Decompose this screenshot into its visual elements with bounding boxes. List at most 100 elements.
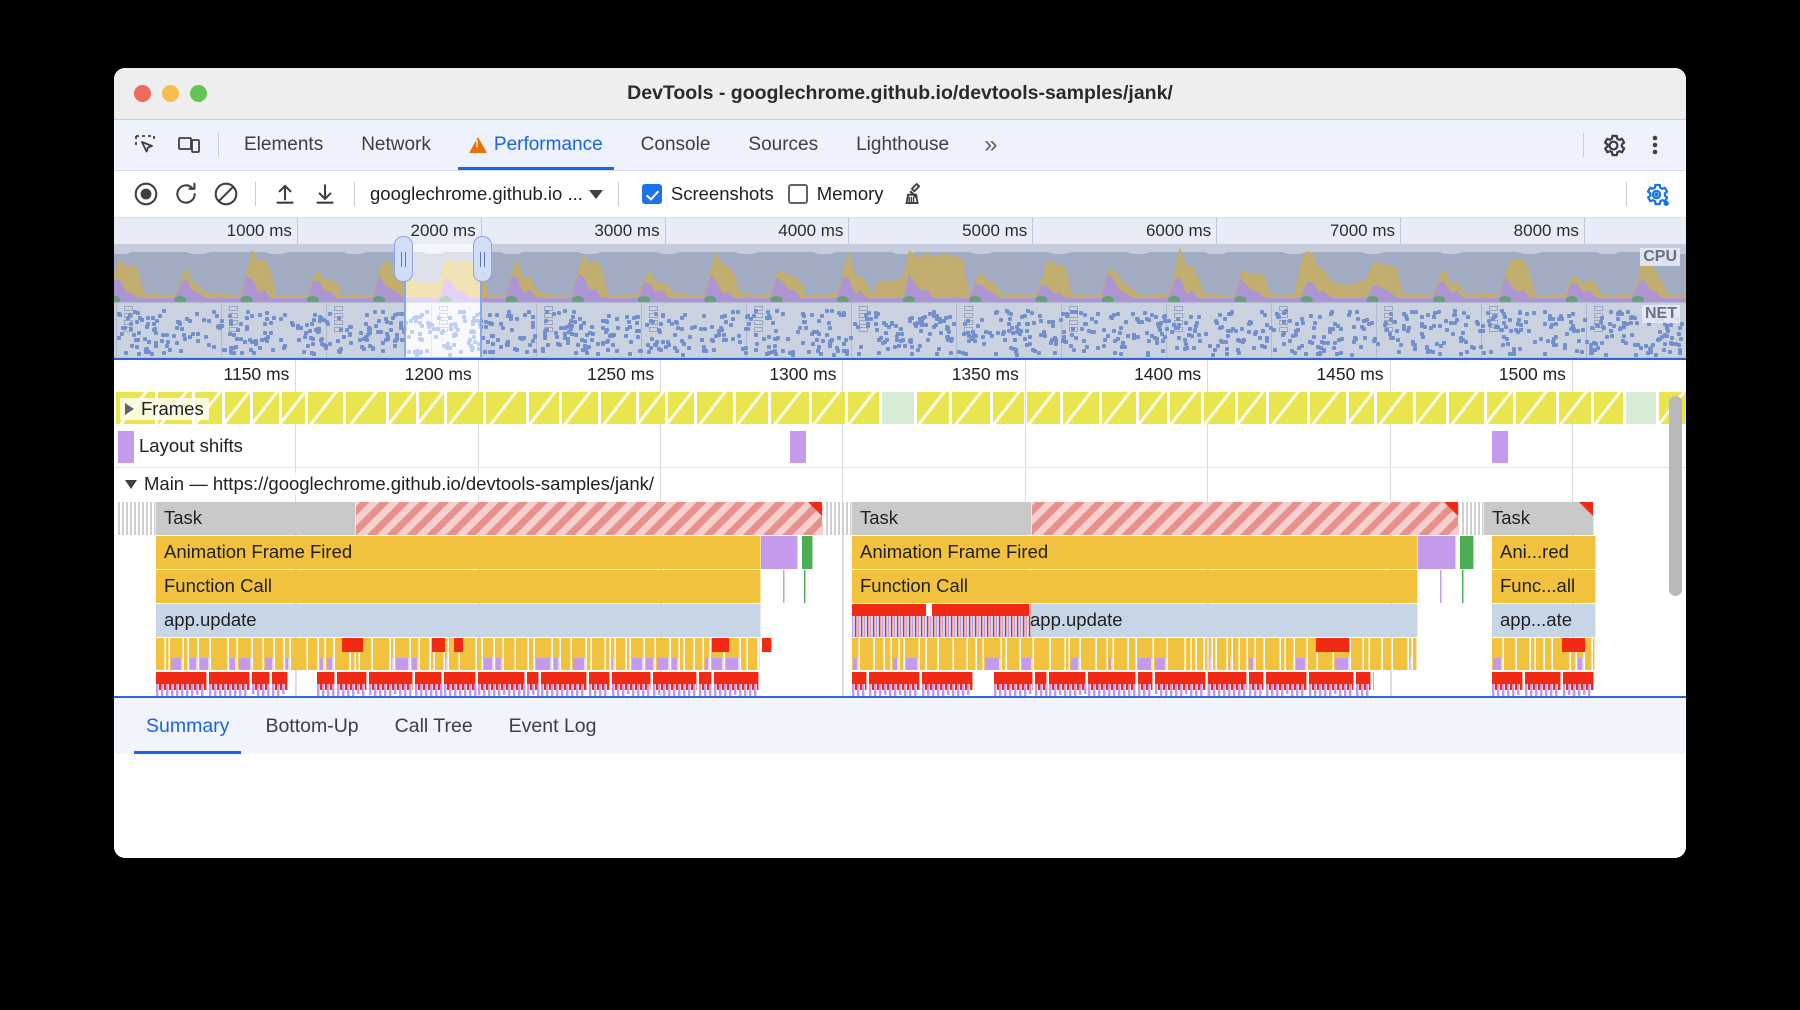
flame-micro-bar[interactable] xyxy=(1240,638,1247,670)
frame-block[interactable] xyxy=(529,392,559,424)
flame-purple-spike[interactable] xyxy=(420,684,423,696)
flame-micro-bar[interactable] xyxy=(1393,638,1408,670)
flame-purple-spike[interactable] xyxy=(617,684,620,696)
painting-bar[interactable] xyxy=(802,536,813,569)
flame-purple-spike[interactable] xyxy=(668,684,671,696)
flame-purple-spike[interactable] xyxy=(967,684,970,695)
flame-purple-spike[interactable] xyxy=(932,684,935,696)
flame-micro-subbar[interactable] xyxy=(327,658,333,670)
flame-purple-spike[interactable] xyxy=(957,684,960,696)
flame-purple-spike[interactable] xyxy=(1208,684,1211,696)
flame-purple-spike[interactable] xyxy=(508,684,511,696)
flame-purple-spike[interactable] xyxy=(729,684,732,696)
flame-purple-spike[interactable] xyxy=(556,684,559,696)
layout-shift-marker[interactable] xyxy=(1492,431,1508,463)
flame-purple-spike[interactable] xyxy=(1329,684,1332,696)
flame-purple-spike[interactable] xyxy=(1550,684,1553,696)
flame-purple-spike[interactable] xyxy=(252,684,255,695)
flame-purple-spike[interactable] xyxy=(647,684,650,696)
frame-block[interactable] xyxy=(1516,392,1556,424)
flame-micro-subbar[interactable] xyxy=(286,658,289,670)
flame-micro-bar[interactable] xyxy=(1531,638,1535,670)
flame-micro-bar[interactable] xyxy=(616,638,626,670)
frames-track[interactable]: Frames xyxy=(114,390,1686,426)
flame-purple-spike[interactable] xyxy=(1084,684,1087,695)
flame-purple-spike[interactable] xyxy=(1356,684,1359,696)
flame-purple-spike[interactable] xyxy=(889,684,892,696)
flame-purple-spike[interactable] xyxy=(1165,684,1168,696)
flame-micro-bar[interactable] xyxy=(477,638,482,670)
flame-purple-spike[interactable] xyxy=(734,684,737,695)
frame-block[interactable] xyxy=(346,392,386,424)
flame-purple-spike[interactable] xyxy=(1507,684,1510,696)
frame-block[interactable] xyxy=(1310,392,1346,424)
flame-red-cap[interactable] xyxy=(454,638,464,652)
flame-purple-spike[interactable] xyxy=(589,684,592,696)
flame-micro-bar[interactable] xyxy=(184,638,188,670)
flame-micro-subbar[interactable] xyxy=(1578,658,1583,670)
flame-purple-spike[interactable] xyxy=(1291,684,1294,696)
flame-purple-spike[interactable] xyxy=(1195,684,1198,696)
flame-purple-spike[interactable] xyxy=(347,684,350,696)
flame-purple-spike[interactable] xyxy=(599,684,602,696)
flame-purple-spike[interactable] xyxy=(673,684,676,696)
flame-purple-spike[interactable] xyxy=(219,684,222,696)
flame-purple-spike[interactable] xyxy=(1228,684,1231,696)
flame-micro-subbar[interactable] xyxy=(230,658,236,670)
flame-purple-spike[interactable] xyxy=(282,684,285,695)
flame-purple-spike[interactable] xyxy=(744,684,747,696)
close-window-button[interactable] xyxy=(134,85,151,102)
flame-purple-spike[interactable] xyxy=(332,684,335,696)
flame-purple-spike[interactable] xyxy=(488,684,491,696)
flame-purple-spike[interactable] xyxy=(688,684,691,696)
function-call-bar[interactable]: Function Call xyxy=(852,570,1418,603)
tab-call-tree[interactable]: Call Tree xyxy=(377,698,491,754)
flame-micro-bar[interactable] xyxy=(680,638,684,670)
frame-block[interactable] xyxy=(282,392,305,424)
flame-purple-spike[interactable] xyxy=(739,684,742,696)
flame-micro-bar[interactable] xyxy=(741,638,747,670)
flame-purple-spike[interactable] xyxy=(1223,684,1226,696)
tab-event-log[interactable]: Event Log xyxy=(491,698,615,754)
flame-purple-spike[interactable] xyxy=(440,684,443,696)
app-update-bar[interactable]: app...ate xyxy=(1492,604,1596,637)
flame-purple-spike[interactable] xyxy=(513,684,516,696)
flame-purple-spike[interactable] xyxy=(546,684,549,696)
tab-console[interactable]: Console xyxy=(622,120,730,170)
flame-purple-spike[interactable] xyxy=(1014,684,1017,696)
frame-block[interactable] xyxy=(993,392,1024,424)
maximize-window-button[interactable] xyxy=(190,85,207,102)
reload-and-record-button[interactable] xyxy=(166,174,206,214)
flame-purple-spike[interactable] xyxy=(201,684,204,696)
flame-purple-spike[interactable] xyxy=(1074,684,1077,696)
flame-purple-spike[interactable] xyxy=(693,684,696,696)
flame-micro-subbar[interactable] xyxy=(392,658,393,670)
frame-block[interactable] xyxy=(1487,392,1513,424)
flame-purple-spike[interactable] xyxy=(1296,684,1299,696)
flame-purple-spike[interactable] xyxy=(1502,684,1505,696)
frame-block[interactable] xyxy=(389,392,416,424)
flame-purple-spike[interactable] xyxy=(394,684,397,695)
tab-lighthouse[interactable]: Lighthouse xyxy=(837,120,968,170)
record-button[interactable] xyxy=(126,174,166,214)
animation-frame-fired-bar[interactable]: Ani...red xyxy=(1492,536,1596,569)
flame-purple-spike[interactable] xyxy=(749,684,752,696)
flame-purple-spike[interactable] xyxy=(176,684,179,696)
flame-micro-bar[interactable] xyxy=(516,638,528,670)
flame-purple-spike[interactable] xyxy=(352,684,355,696)
flame-purple-spike[interactable] xyxy=(518,684,521,696)
frame-block[interactable] xyxy=(486,392,526,424)
flame-purple-spike[interactable] xyxy=(551,684,554,696)
flame-micro-subbar[interactable] xyxy=(657,658,669,670)
flame-micro-subbar[interactable] xyxy=(1138,658,1152,670)
tab-bottom-up[interactable]: Bottom-Up xyxy=(247,698,376,754)
tab-performance[interactable]: Performance xyxy=(450,120,622,170)
task-bar[interactable]: Task xyxy=(156,502,356,535)
flame-purple-spike[interactable] xyxy=(1281,684,1284,696)
flame-purple-spike[interactable] xyxy=(663,684,666,696)
flame-purple-spike[interactable] xyxy=(493,684,496,696)
painting-bar[interactable] xyxy=(1460,536,1474,569)
flame-purple-spike[interactable] xyxy=(317,684,320,696)
flame-micro-bar[interactable] xyxy=(592,638,605,670)
flame-micro-bar[interactable] xyxy=(253,638,263,670)
